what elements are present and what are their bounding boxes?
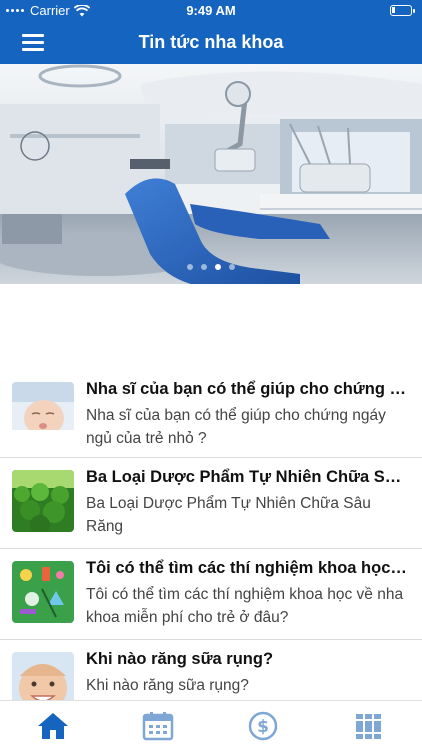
tab-library[interactable] [352, 711, 386, 741]
tab-calendar[interactable] [141, 711, 175, 741]
pager-dot-4[interactable] [229, 264, 235, 270]
home-icon [38, 713, 68, 739]
app-header: Carrier 9:49 AM Tin tức nha khoa [0, 0, 422, 64]
tab-bar: $ [0, 700, 422, 750]
banner-carousel[interactable] [0, 64, 422, 284]
battery-icon [390, 5, 415, 16]
article-title: Ba Loại Dược Phẩm Tự Nhiên Chữa Sâu Răng [86, 468, 408, 486]
books-icon [356, 714, 381, 739]
dollar-icon: $ [248, 711, 278, 741]
page-title: Tin tức nha khoa [138, 32, 284, 52]
article-list: Nha sĩ của bạn có thể giúp cho chứng ngá… [0, 370, 422, 731]
clock: 9:49 AM [186, 3, 236, 18]
article-description: Ba Loại Dược Phẩm Tự Nhiên Chữa Sâu Răng [86, 495, 371, 535]
svg-text:$: $ [257, 717, 269, 737]
article-title: Tôi có thể tìm các thí nghiệm khoa học v… [86, 559, 408, 577]
pager-dot-1[interactable] [187, 264, 193, 270]
article-thumbnail-plants [12, 470, 74, 532]
dental-clinic-image [0, 64, 422, 284]
list-item[interactable]: Ba Loại Dược Phẩm Tự Nhiên Chữa Sâu Răng… [0, 458, 422, 549]
article-title: Khi nào răng sữa rụng? [86, 650, 274, 668]
article-title: Nha sĩ của bạn có thể giúp cho chứng ngá… [86, 380, 408, 398]
article-description: Khi nào răng sữa rụng? [86, 677, 249, 694]
pager-dot-3[interactable] [215, 264, 221, 270]
article-thumbnail-science [12, 561, 74, 623]
calendar-icon [142, 712, 174, 741]
carousel-pager [0, 264, 422, 270]
tab-payment[interactable]: $ [246, 711, 280, 741]
article-thumbnail-baby [12, 382, 74, 444]
list-item[interactable]: Tôi có thể tìm các thí nghiệm khoa học v… [0, 549, 422, 640]
article-description: Tôi có thể tìm các thí nghiệm khoa học v… [86, 586, 404, 626]
list-item[interactable]: Nha sĩ của bạn có thể giúp cho chứng ngá… [0, 370, 422, 458]
pager-dot-2[interactable] [201, 264, 207, 270]
status-bar: Carrier 9:49 AM [0, 0, 422, 22]
article-description: Nha sĩ của bạn có thể giúp cho chứng ngá… [86, 407, 386, 447]
tab-home[interactable] [36, 711, 70, 741]
